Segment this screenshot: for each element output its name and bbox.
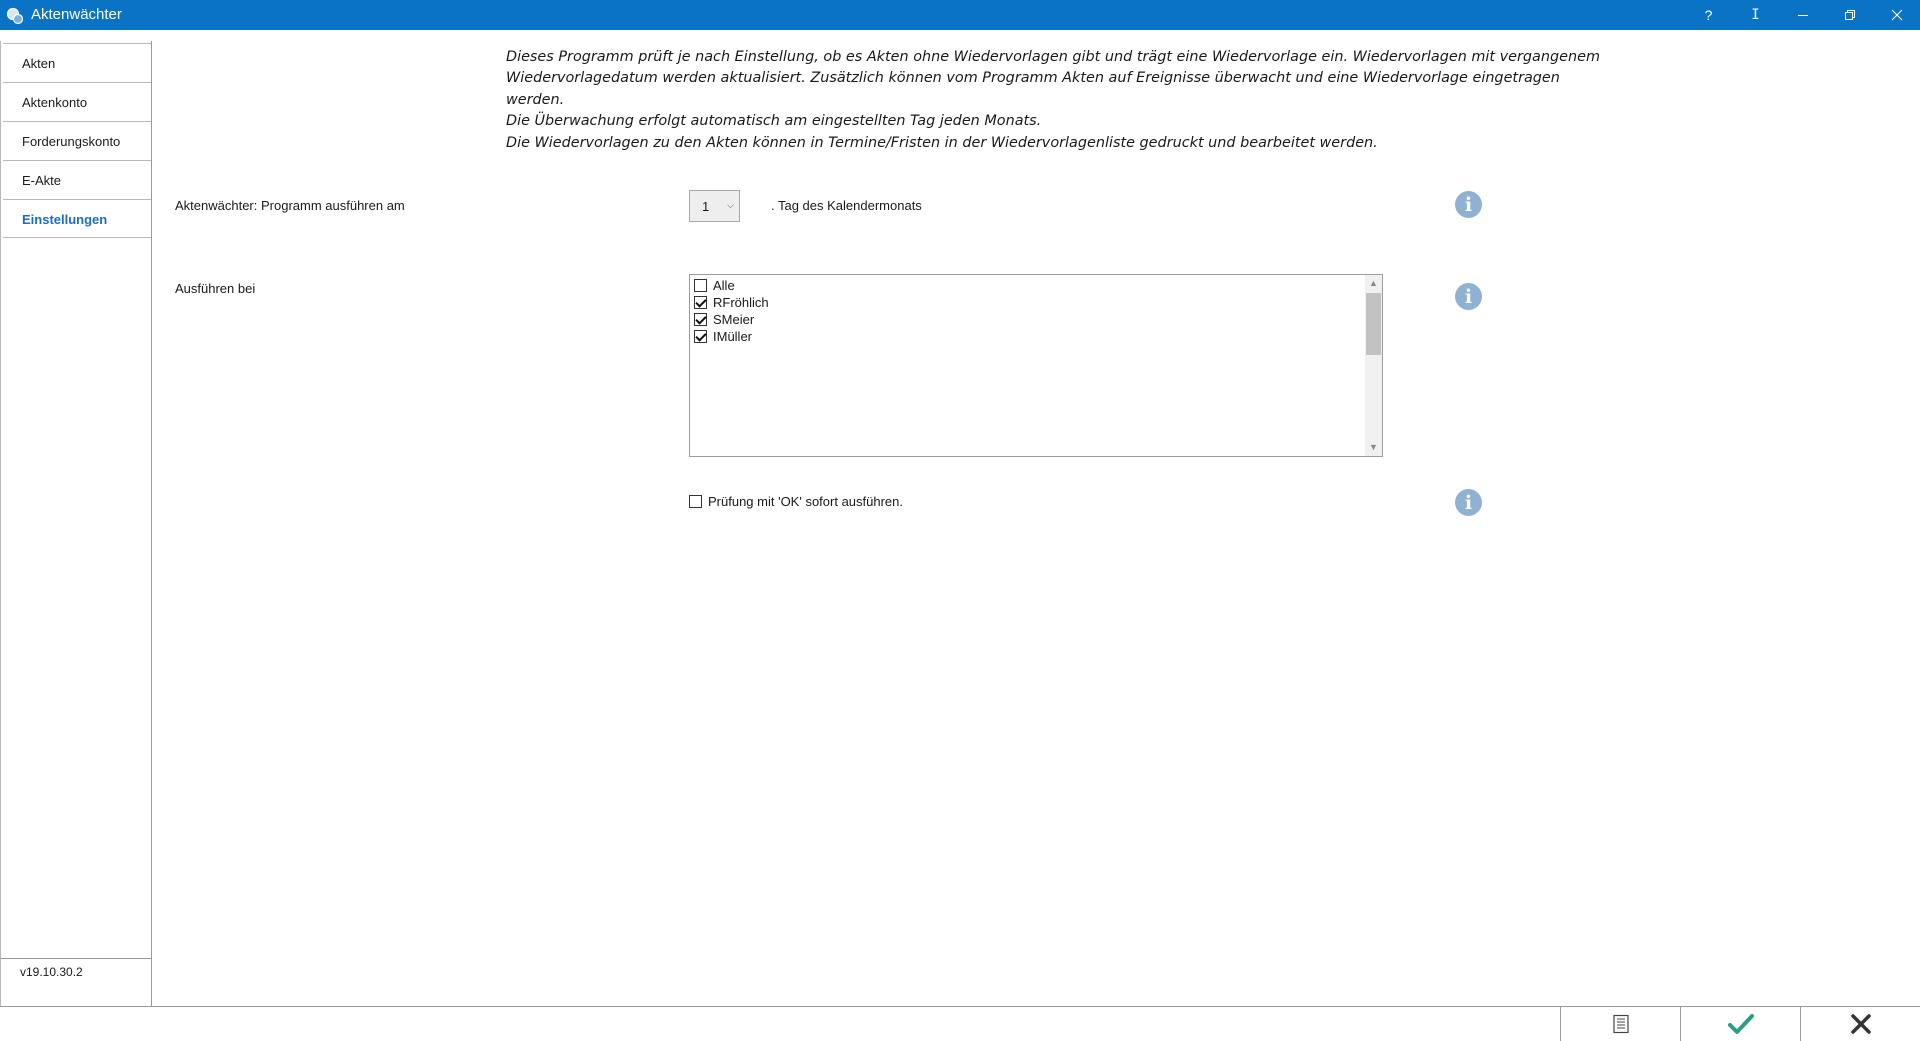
cursor-button[interactable]: I: [1732, 0, 1779, 30]
user-name: IMüller: [713, 329, 753, 344]
sidebar-item-forderungskonto[interactable]: Forderungskonto: [3, 121, 151, 160]
description-line: Wiedervorlagedatum werden aktualisiert. …: [506, 70, 1560, 108]
description-line: Dieses Programm prüft je nach Einstellun…: [506, 49, 1600, 65]
chevron-down-icon: ⌵: [727, 200, 734, 210]
footer-toolbar: [0, 1006, 1920, 1041]
day-suffix-label: . Tag des Kalendermonats: [771, 198, 922, 213]
minimize-icon: [1797, 15, 1808, 16]
list-item[interactable]: IMüller: [694, 328, 752, 345]
scroll-down-arrow-icon[interactable]: ▼: [1365, 439, 1382, 456]
close-icon: [1891, 9, 1902, 21]
info-icon[interactable]: i: [1455, 191, 1482, 218]
restore-button[interactable]: [1826, 0, 1873, 30]
sidebar-item-e-akte[interactable]: E-Akte: [3, 160, 151, 199]
checkmark-icon: [1727, 1014, 1754, 1034]
list-item[interactable]: RFröhlich: [694, 294, 769, 311]
checkbox[interactable]: [694, 313, 707, 326]
day-select-value: 1: [702, 199, 710, 214]
run-now-option[interactable]: Prüfung mit 'OK' sofort ausführen.: [689, 494, 903, 509]
close-x-icon: [1850, 1014, 1871, 1034]
info-icon[interactable]: i: [1455, 489, 1482, 516]
day-select[interactable]: 1 ⌵: [689, 190, 740, 222]
version-label: v19.10.30.2: [1, 958, 151, 1006]
sidebar-item-akten[interactable]: Akten: [3, 43, 151, 82]
window-title: Aktenwächter: [31, 6, 122, 23]
sidebar-item-einstellungen[interactable]: Einstellungen: [3, 199, 151, 238]
list-button[interactable]: [1560, 1007, 1680, 1041]
description-line: Die Überwachung erfolgt automatisch am e…: [506, 113, 1042, 130]
scroll-up-arrow-icon[interactable]: ▲: [1365, 275, 1382, 292]
user-name: RFröhlich: [713, 295, 769, 310]
sidebar: Akten Aktenkonto Forderungskonto E-Akte …: [0, 41, 152, 1007]
list-item[interactable]: SMeier: [694, 311, 754, 328]
run-now-checkbox[interactable]: [689, 495, 702, 508]
schedule-label: Aktenwächter: Programm ausführen am: [175, 198, 405, 213]
run-for-label: Ausführen bei: [175, 281, 256, 296]
restore-icon: [1844, 10, 1855, 20]
checkbox[interactable]: [694, 296, 707, 309]
checkbox[interactable]: [694, 279, 707, 292]
sidebar-item-aktenkonto[interactable]: Aktenkonto: [3, 82, 151, 121]
cancel-button[interactable]: [1800, 1007, 1920, 1041]
user-name: Alle: [713, 278, 735, 293]
list-icon: [1612, 1014, 1629, 1034]
run-now-label: Prüfung mit 'OK' sofort ausführen.: [708, 494, 903, 509]
user-name: SMeier: [713, 312, 755, 327]
help-button[interactable]: ?: [1685, 0, 1732, 30]
list-scrollbar[interactable]: ▲ ▼: [1365, 275, 1382, 456]
description-text: Dieses Programm prüft je nach Einstellun…: [506, 47, 1606, 154]
scroll-thumb[interactable]: [1366, 293, 1381, 355]
app-icon: [6, 7, 24, 25]
close-window-button[interactable]: [1873, 0, 1920, 30]
description-line: Die Wiedervorlagen zu den Akten können i…: [506, 134, 1378, 151]
minimize-button[interactable]: [1779, 0, 1826, 30]
user-checklist: Alle RFröhlich SMeier IMüller ▲ ▼: [689, 274, 1383, 457]
info-icon[interactable]: i: [1455, 283, 1482, 310]
title-bar: Aktenwächter ? I: [0, 0, 1920, 30]
checkbox[interactable]: [694, 330, 707, 343]
list-item[interactable]: Alle: [694, 277, 735, 294]
ok-button[interactable]: [1680, 1007, 1800, 1041]
